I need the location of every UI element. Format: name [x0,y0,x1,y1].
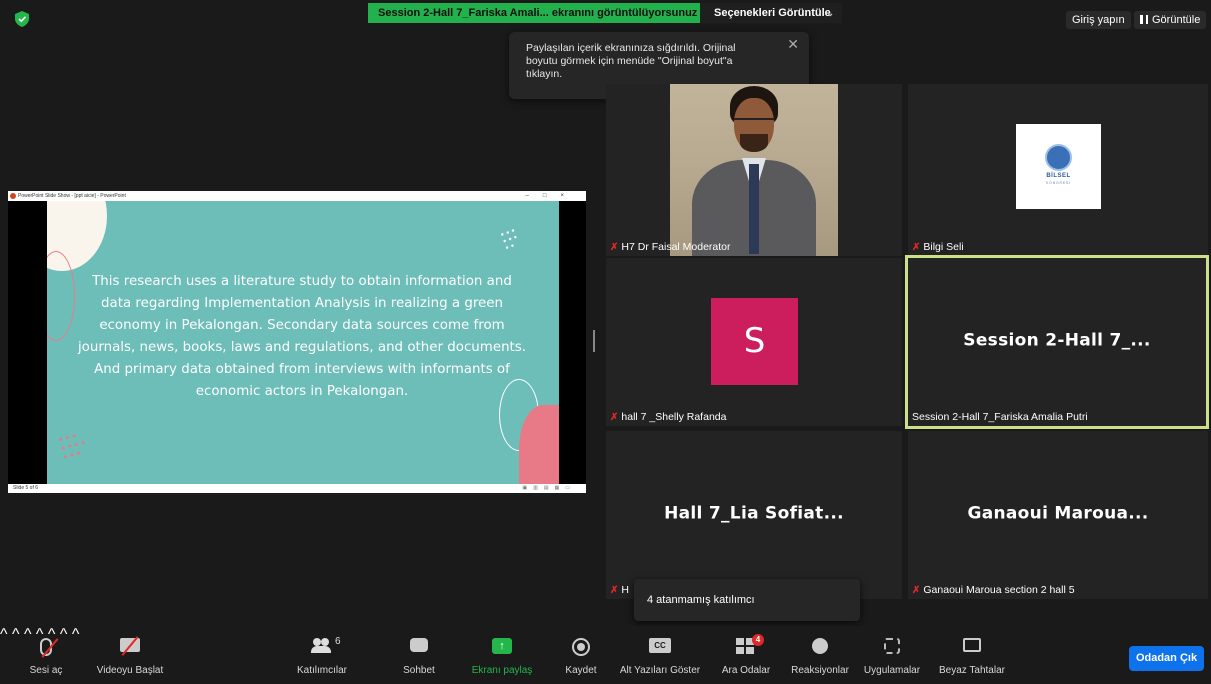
view-options-button[interactable]: Seçenekleri Görüntüle ⌄ [700,3,842,23]
smiley-icon [812,638,828,654]
participant-name: ✗ Ganaoui Maroua section 2 hall 5 [912,584,1075,596]
participants-icon [311,638,333,653]
participant-name: ✗ hall 7 _Shelly Rafanda [610,411,727,423]
whiteboards-label: Beyaz Tahtalar [939,665,1005,676]
share-screen-label: Ekranı paylaş [471,665,533,676]
close-icon[interactable]: ✕ [787,37,799,51]
sign-in-button[interactable]: Giriş yapın [1066,11,1131,29]
view-options-label: Seçenekleri Görüntüle [714,7,831,19]
avatar: S [711,298,798,385]
chat-icon [410,638,428,652]
apps-label: Uygulamalar [863,665,921,676]
unassigned-participants-popup[interactable]: 4 atanmamış katılımcı [634,579,860,621]
closed-captions-icon: CC [649,638,671,653]
video-tile[interactable]: S ✗ hall 7 _Shelly Rafanda [606,258,902,426]
participant-name: ✗ Bilgi Seli [912,241,964,253]
participant-name: ✗ H7 Dr Faisal Moderator [610,241,731,253]
whiteboards-button[interactable]: Beyaz Tahtalar [934,626,1010,684]
share-banner: Session 2-Hall 7_Fariska Amali... ekranı… [368,3,708,23]
share-screen-icon: ↑ [492,638,512,654]
video-off-icon [120,636,140,656]
powerpoint-icon [10,193,16,199]
chat-label: Sohbet [403,665,435,676]
powerpoint-statusbar: Slide 5 of 6 ▣▥▤▦▭ [8,484,586,493]
window-controls: –□× [525,193,578,199]
presentation-slide: • • • • • • • • • • • • • • • • • • This res… [47,201,559,485]
meeting-toolbar: Sesi aç ^ Videoyu Başlat ^ 6 Katılımcıla… [0,626,1211,684]
participants-count: 6 [335,636,341,647]
microphone-muted-icon [40,638,59,658]
record-button[interactable]: Kaydet [560,626,602,684]
unmute-label: Sesi aç [29,665,63,676]
view-button-label: Görüntüle [1152,14,1201,26]
apps-icon [884,638,900,654]
bilsel-logo: BİLSEL KONGRESİ [1016,124,1101,209]
show-captions-button[interactable]: CC Alt Yazıları Göster [608,626,712,684]
slide-decoration [519,405,559,485]
start-video-label: Videoyu Başlat [96,665,164,676]
view-button[interactable]: Görüntüle [1134,11,1207,29]
muted-mic-icon: ✗ [912,242,921,253]
participant-photo [670,84,838,256]
show-captions-label: Alt Yazıları Göster [619,665,701,676]
tooltip-text: Paylaşılan içerik ekranınıza sığdırıldı.… [526,42,736,80]
breakout-rooms-label: Ara Odalar [721,665,771,676]
muted-mic-icon: ✗ [912,585,921,596]
record-icon [572,638,590,656]
muted-mic-icon: ✗ [610,242,619,253]
view-controls: ▣▥▤▦▭ [522,485,576,491]
slide-decoration: • • • • • • • • • • [57,430,87,464]
video-tile-active-speaker[interactable]: Session 2-Hall 7_... Session 2-Hall 7_Fa… [905,255,1209,429]
leave-meeting-button[interactable]: Odadan Çık [1129,646,1204,671]
participants-button[interactable]: 6 Katılımcılar [290,626,354,684]
audio-options-caret[interactable]: ^ [0,626,8,643]
whiteboard-icon [963,638,981,652]
video-tile[interactable]: ✗ H7 Dr Faisal Moderator [606,84,902,256]
slide-body-text: This research uses a literature study to… [77,274,527,399]
muted-mic-icon: ✗ [610,412,619,423]
layout-icon [1140,15,1148,24]
share-screen-button[interactable]: ↑ Ekranı paylaş [470,626,534,684]
muted-mic-icon: ✗ [610,585,619,596]
participants-label: Katılımcılar [296,665,347,676]
logo-subtext: KONGRESİ [1046,181,1071,185]
breakout-rooms-icon: 4 [736,634,764,656]
participant-name: ✗ H [610,584,629,596]
video-tile[interactable]: Ganaoui Maroua... ✗ Ganaoui Maroua sectio… [908,431,1208,599]
resize-handle[interactable] [593,330,595,352]
chevron-down-icon: ⌄ [826,8,834,18]
powerpoint-titlebar: PowerPoint Slide Show - [ppt aicie] - Po… [8,191,586,201]
participant-display-name: Session 2-Hall 7_... [963,330,1151,351]
video-tile[interactable]: Hall 7_Lia Sofiat... ✗ H [606,431,902,599]
slide-decoration: • • • • • • • • [499,225,519,253]
logo-emblem [1045,144,1072,171]
slide-counter: Slide 5 of 6 [13,485,39,491]
zoom-meeting-window: Session 2-Hall 7_Fariska Amali... ekranı… [0,0,1211,684]
shield-icon[interactable] [15,11,29,27]
unmute-button[interactable]: Sesi aç [22,626,70,684]
chat-button[interactable]: Sohbet [398,626,440,684]
shared-screen[interactable]: PowerPoint Slide Show - [ppt aicie] - Po… [8,191,586,493]
video-options-caret[interactable]: ^ [12,626,20,643]
reactions-button[interactable]: Reaksiyonlar [786,626,854,684]
powerpoint-title: PowerPoint Slide Show - [ppt aicie] - Po… [18,193,126,199]
reactions-label: Reaksiyonlar [791,665,849,676]
participant-display-name: Ganaoui Maroua... [967,503,1149,524]
logo-text: BİLSEL [1046,173,1071,179]
apps-button[interactable]: Uygulamalar [860,626,924,684]
video-tile[interactable]: BİLSEL KONGRESİ ✗ Bilgi Seli [908,84,1208,256]
breakout-rooms-button[interactable]: 4 Ara Odalar [718,626,774,684]
participant-name: Session 2-Hall 7_Fariska Amalia Putri [912,411,1088,423]
whiteboard-options-caret[interactable]: ^ [72,626,80,643]
participant-display-name: Hall 7_Lia Sofiat... [664,503,844,524]
record-label: Kaydet [565,665,597,676]
start-video-button[interactable]: Videoyu Başlat [88,626,172,684]
breakout-badge: 4 [752,634,764,646]
